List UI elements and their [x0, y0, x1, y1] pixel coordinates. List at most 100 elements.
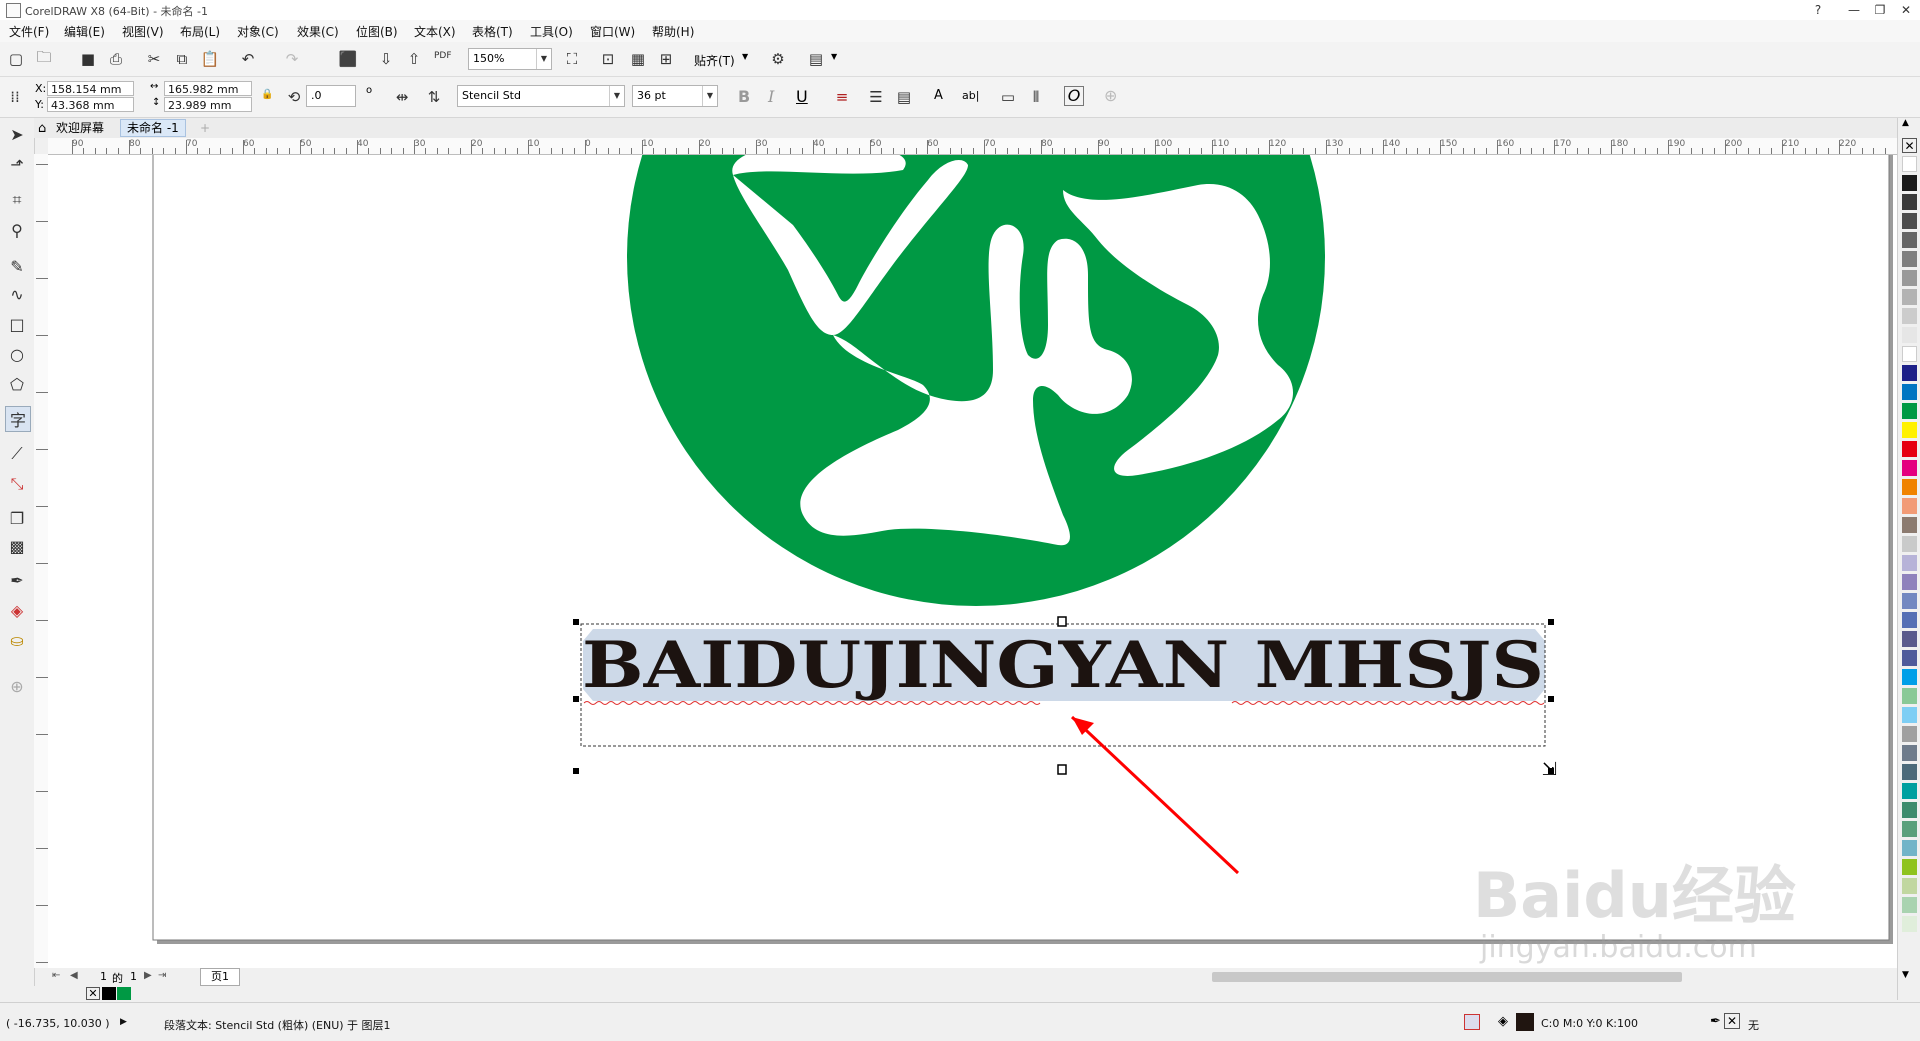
chevron-right-icon[interactable]: ▶ — [120, 1017, 127, 1027]
palette-swatch[interactable] — [1902, 536, 1917, 552]
vertical-ruler[interactable] — [34, 154, 49, 968]
no-color-icon[interactable]: ✕ — [1902, 138, 1917, 153]
freehand-tool-icon[interactable]: ✎ — [5, 254, 29, 278]
color-palette[interactable]: ▲ ✕ ▼ — [1897, 118, 1920, 1000]
text-properties-button[interactable]: ab| — [962, 89, 979, 102]
help-button[interactable]: ? — [1800, 0, 1836, 20]
next-page-icon[interactable]: ▶ — [144, 970, 152, 981]
bold-button[interactable]: B — [738, 87, 750, 106]
connector-tool-icon[interactable]: ⤡ — [5, 472, 29, 496]
palette-swatch[interactable] — [1902, 498, 1917, 514]
palette-swatch[interactable] — [1902, 175, 1917, 191]
drawing-canvas[interactable]: BAIDUJINGYAN MHSJS ⇲ Baidu经验 jingyan.bai… — [48, 155, 1897, 968]
palette-swatch[interactable] — [1902, 802, 1917, 818]
text-align-icon[interactable]: ≡ — [832, 87, 852, 107]
character-format-button[interactable]: A — [934, 88, 943, 103]
snap-to-menu[interactable]: 贴齐(T) — [694, 52, 735, 69]
menu-tools[interactable]: 工具(O) — [530, 23, 573, 40]
cut-icon[interactable]: ✂ — [144, 49, 164, 69]
palette-swatch[interactable] — [1902, 707, 1917, 723]
menu-bitmaps[interactable]: 位图(B) — [356, 23, 398, 40]
vertical-text-icon[interactable]: ⦀ — [1026, 87, 1046, 107]
import-icon[interactable]: ⇩ — [376, 49, 396, 69]
menu-view[interactable]: 视图(V) — [122, 23, 164, 40]
pdf-export-icon[interactable]: PDF — [434, 51, 452, 61]
no-color-swatch-icon[interactable]: ✕ — [86, 987, 100, 1000]
new-document-icon[interactable]: ▢ — [6, 49, 26, 69]
underline-button[interactable]: U — [796, 87, 808, 106]
palette-swatch[interactable] — [1902, 479, 1917, 495]
show-rulers-icon[interactable]: ⊡ — [598, 49, 618, 69]
palette-swatch[interactable] — [1902, 213, 1917, 229]
export-icon[interactable]: ⇧ — [404, 49, 424, 69]
palette-scroll-down-icon[interactable]: ▼ — [1902, 970, 1909, 980]
artistic-media-icon[interactable]: ∿ — [5, 282, 29, 306]
pick-tool-icon[interactable]: ➤ — [5, 122, 29, 146]
save-icon[interactable]: ■ — [78, 49, 98, 69]
prev-page-icon[interactable]: ◀ — [70, 970, 78, 981]
x-position-field[interactable]: 158.154 mm — [47, 81, 134, 96]
palette-swatch[interactable] — [1902, 384, 1917, 400]
palette-swatch[interactable] — [1902, 194, 1917, 210]
document-swatch-green[interactable] — [117, 987, 131, 1000]
palette-swatch[interactable] — [1902, 916, 1917, 932]
lock-ratio-icon[interactable]: 🔒 — [261, 89, 273, 100]
full-screen-preview-icon[interactable]: ⛶ — [562, 49, 582, 69]
y-position-field[interactable]: 43.368 mm — [47, 97, 134, 112]
chevron-down-icon[interactable]: ▼ — [831, 52, 837, 61]
height-field[interactable]: 23.989 mm — [164, 97, 252, 112]
menu-effects[interactable]: 效果(C) — [297, 23, 339, 40]
text-frame-icon[interactable]: ▭ — [998, 87, 1018, 107]
menu-table[interactable]: 表格(T) — [472, 23, 513, 40]
palette-swatch[interactable] — [1902, 631, 1917, 647]
paragraph-text[interactable]: BAIDUJINGYAN MHSJS — [582, 628, 1544, 703]
palette-swatch[interactable] — [1902, 232, 1917, 248]
menu-layout[interactable]: 布局(L) — [180, 23, 220, 40]
polygon-tool-icon[interactable]: ⬠ — [5, 372, 29, 396]
palette-swatch[interactable] — [1902, 156, 1917, 172]
outline-none-icon[interactable]: ✕ — [1724, 1013, 1740, 1029]
palette-swatch[interactable] — [1902, 688, 1917, 704]
palette-swatch[interactable] — [1902, 517, 1917, 533]
palette-swatch[interactable] — [1902, 745, 1917, 761]
palette-swatch[interactable] — [1902, 669, 1917, 685]
show-guidelines-icon[interactable]: ⊞ — [656, 49, 676, 69]
add-tab-button[interactable]: + — [194, 119, 216, 137]
palette-swatch[interactable] — [1902, 460, 1917, 476]
bullet-list-icon[interactable]: ☰ — [866, 87, 886, 107]
mirror-vertical-icon[interactable]: ⇅ — [424, 87, 444, 107]
print-icon[interactable]: ⎙ — [106, 49, 126, 69]
palette-swatch[interactable] — [1902, 346, 1917, 362]
first-page-icon[interactable]: ⇤ — [52, 970, 60, 981]
menu-edit[interactable]: 编辑(E) — [64, 23, 105, 40]
tab-document[interactable]: 未命名 -1 — [120, 119, 186, 137]
object-origin-icon[interactable]: ⁞⁞ — [5, 87, 25, 107]
palette-swatch[interactable] — [1902, 612, 1917, 628]
copy-icon[interactable]: ⧉ — [172, 49, 192, 69]
mirror-horizontal-icon[interactable]: ⇹ — [392, 87, 412, 107]
zoom-level-combo[interactable]: 150% ▼ — [468, 48, 552, 70]
drop-shadow-icon[interactable]: ❐ — [5, 506, 29, 530]
palette-swatch[interactable] — [1902, 840, 1917, 856]
palette-swatch[interactable] — [1902, 878, 1917, 894]
palette-swatch[interactable] — [1902, 555, 1917, 571]
font-list-combo[interactable]: Stencil Std ▼ — [457, 85, 625, 107]
last-page-icon[interactable]: ⇥ — [158, 970, 166, 981]
palette-swatch[interactable] — [1902, 270, 1917, 286]
palette-swatch[interactable] — [1902, 859, 1917, 875]
page-tab[interactable]: 页1 — [200, 968, 240, 986]
palette-swatch[interactable] — [1902, 574, 1917, 590]
palette-swatch[interactable] — [1902, 422, 1917, 438]
menu-file[interactable]: 文件(F) — [9, 23, 49, 40]
drop-cap-icon[interactable]: ▤ — [894, 87, 914, 107]
menu-window[interactable]: 窗口(W) — [590, 23, 635, 40]
italic-button[interactable]: I — [768, 87, 774, 106]
chevron-down-icon[interactable]: ▼ — [742, 52, 748, 61]
palette-swatch[interactable] — [1902, 764, 1917, 780]
redo-icon[interactable]: ↷ — [282, 49, 302, 69]
zoom-tool-icon[interactable]: ⚲ — [5, 218, 29, 242]
palette-swatch[interactable] — [1902, 726, 1917, 742]
palette-swatch[interactable] — [1902, 593, 1917, 609]
add-tool-icon[interactable]: ⊕ — [5, 674, 29, 698]
horizontal-scrollbar-thumb[interactable] — [1212, 972, 1682, 982]
